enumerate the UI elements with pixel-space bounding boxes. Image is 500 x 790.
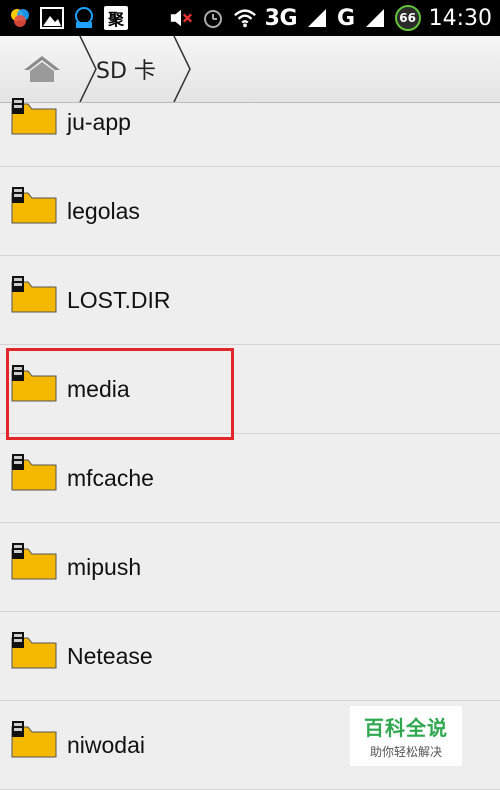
status-right: 3G G 66 14:30 [169,4,492,32]
status-left: 聚 [8,4,128,32]
signal-icon-2 [363,6,387,30]
watermark-subtitle: 助你轻松解决 [369,745,442,759]
file-name: ju-app [67,109,131,135]
signal-icon-1 [305,6,329,30]
file-name: legolas [67,198,140,224]
sd-folder-icon [11,454,57,491]
sd-folder-icon [11,98,57,135]
sd-folder-icon [11,721,57,758]
chat-icon [72,6,96,30]
file-name: LOST.DIR [67,287,171,313]
network-type-1: 3G [264,5,298,31]
alarm-icon [201,6,225,30]
sd-folder-icon [11,276,57,313]
mute-icon [169,6,193,30]
highlight-box [6,348,234,440]
file-name: mfcache [67,465,154,491]
list-item[interactable]: mfcache [0,434,500,523]
wifi-icon [233,6,257,30]
sd-folder-icon [11,543,57,580]
network-type-2: G [337,5,355,31]
list-item[interactable]: mipush [0,523,500,612]
sd-folder-icon [11,632,57,669]
file-name: Netease [67,643,153,669]
app-logo-icon [8,6,32,30]
list-item[interactable]: LOST.DIR [0,256,500,345]
app-badge: 聚 [104,6,128,30]
watermark-title: 百科全说 [364,716,448,740]
battery-icon: 66 [394,5,421,31]
file-name: mipush [67,554,142,580]
watermark-logo: 百科全说 助你轻松解决 [350,706,462,766]
file-name: niwodai [67,732,145,758]
image-icon [40,6,64,30]
list-item[interactable]: Netease [0,612,500,701]
list-item[interactable]: ju-app [0,78,500,167]
clock: 14:30 [428,5,492,31]
sd-folder-icon [11,187,57,224]
status-bar: 聚 3G G 66 14:30 [0,0,500,36]
list-item[interactable]: legolas [0,167,500,256]
